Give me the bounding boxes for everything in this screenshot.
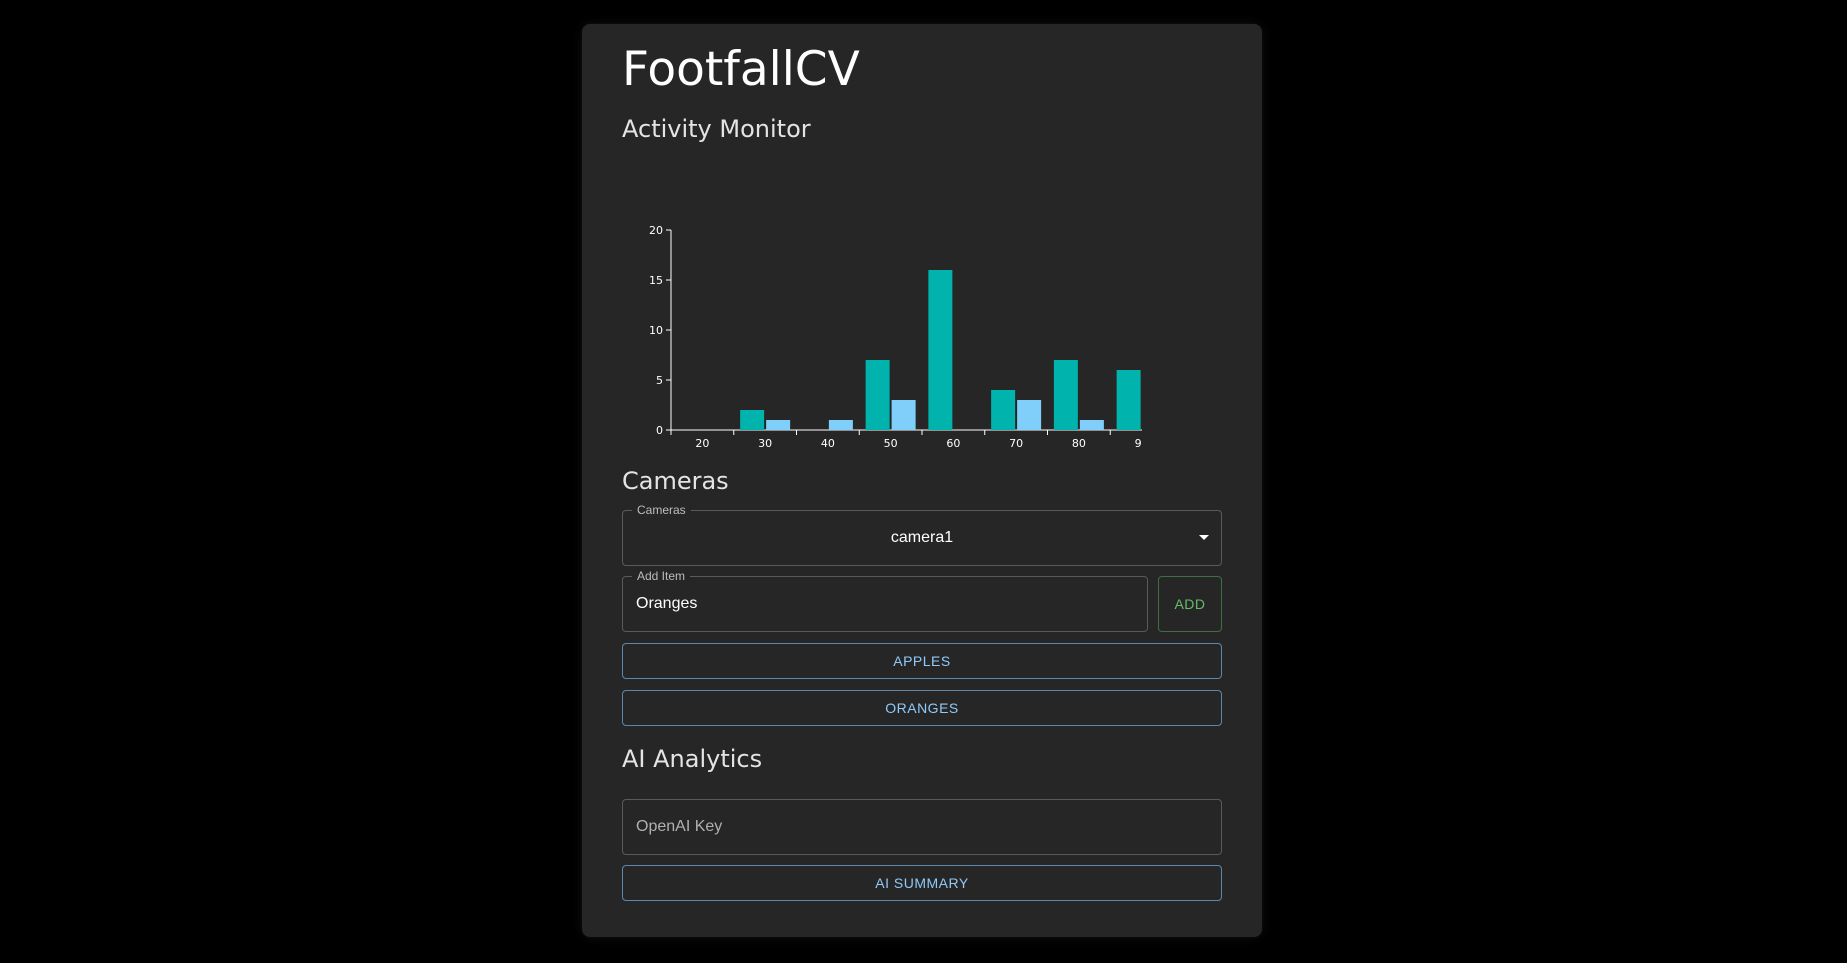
x-tick-label: 30 (758, 437, 772, 450)
add-item-label: Add Item (632, 569, 691, 583)
x-tick-label: 60 (946, 437, 960, 450)
openai-key-field[interactable]: OpenAI Key (622, 799, 1222, 855)
camera-select[interactable]: Cameras camera1 (622, 503, 1222, 566)
y-tick-label: 20 (649, 224, 663, 237)
add-item-input[interactable]: Oranges (636, 595, 697, 613)
y-tick-label: 0 (656, 424, 663, 437)
main-card: FootfallCV Activity Monitor 0 5 10 15 20 20 30… (582, 24, 1262, 937)
item-button-oranges[interactable]: ORANGES (622, 690, 1222, 726)
camera-select-label: Cameras (632, 503, 691, 517)
y-tick-label: 5 (656, 374, 663, 387)
ai-analytics-section-title: AI Analytics (622, 745, 763, 773)
activity-bar-chart: 0 5 10 15 20 20 30 40 50 60 70 80 90 (649, 224, 1142, 450)
bar-series-2-70 (1017, 400, 1042, 430)
bar-series-2-80 (1079, 420, 1104, 430)
bar-series-1-30 (740, 410, 765, 430)
x-tick-label: 50 (884, 437, 898, 450)
camera-select-value: camera1 (890, 529, 954, 546)
x-tick-label: 90 (1135, 437, 1142, 450)
ai-summary-button[interactable]: AI SUMMARY (622, 865, 1222, 901)
x-tick-label: 80 (1072, 437, 1086, 450)
bar-series-2-30 (766, 420, 791, 430)
caret-down-icon[interactable] (1199, 535, 1209, 540)
bar-series-1-80 (1053, 360, 1078, 430)
bar-series-2-40 (828, 420, 853, 430)
add-button[interactable]: ADD (1158, 576, 1222, 632)
add-item-field[interactable]: Add Item Oranges (622, 569, 1148, 632)
bar-series-1-50 (865, 360, 890, 430)
bar-series-1-70 (991, 390, 1016, 430)
page-subtitle: Activity Monitor (622, 115, 811, 143)
openai-key-placeholder[interactable]: OpenAI Key (636, 818, 722, 836)
x-tick-label: 40 (821, 437, 835, 450)
x-tick-label: 70 (1009, 437, 1023, 450)
bar-series-1-90 (1116, 370, 1141, 430)
x-tick-label: 20 (695, 437, 709, 450)
app-title: FootfallCV (622, 42, 860, 97)
bar-series-2-50 (891, 400, 916, 430)
y-tick-label: 10 (649, 324, 663, 337)
bar-series-1-60 (928, 270, 953, 430)
cameras-section-title: Cameras (622, 467, 729, 495)
y-tick-label: 15 (649, 274, 663, 287)
item-button-apples[interactable]: APPLES (622, 643, 1222, 679)
